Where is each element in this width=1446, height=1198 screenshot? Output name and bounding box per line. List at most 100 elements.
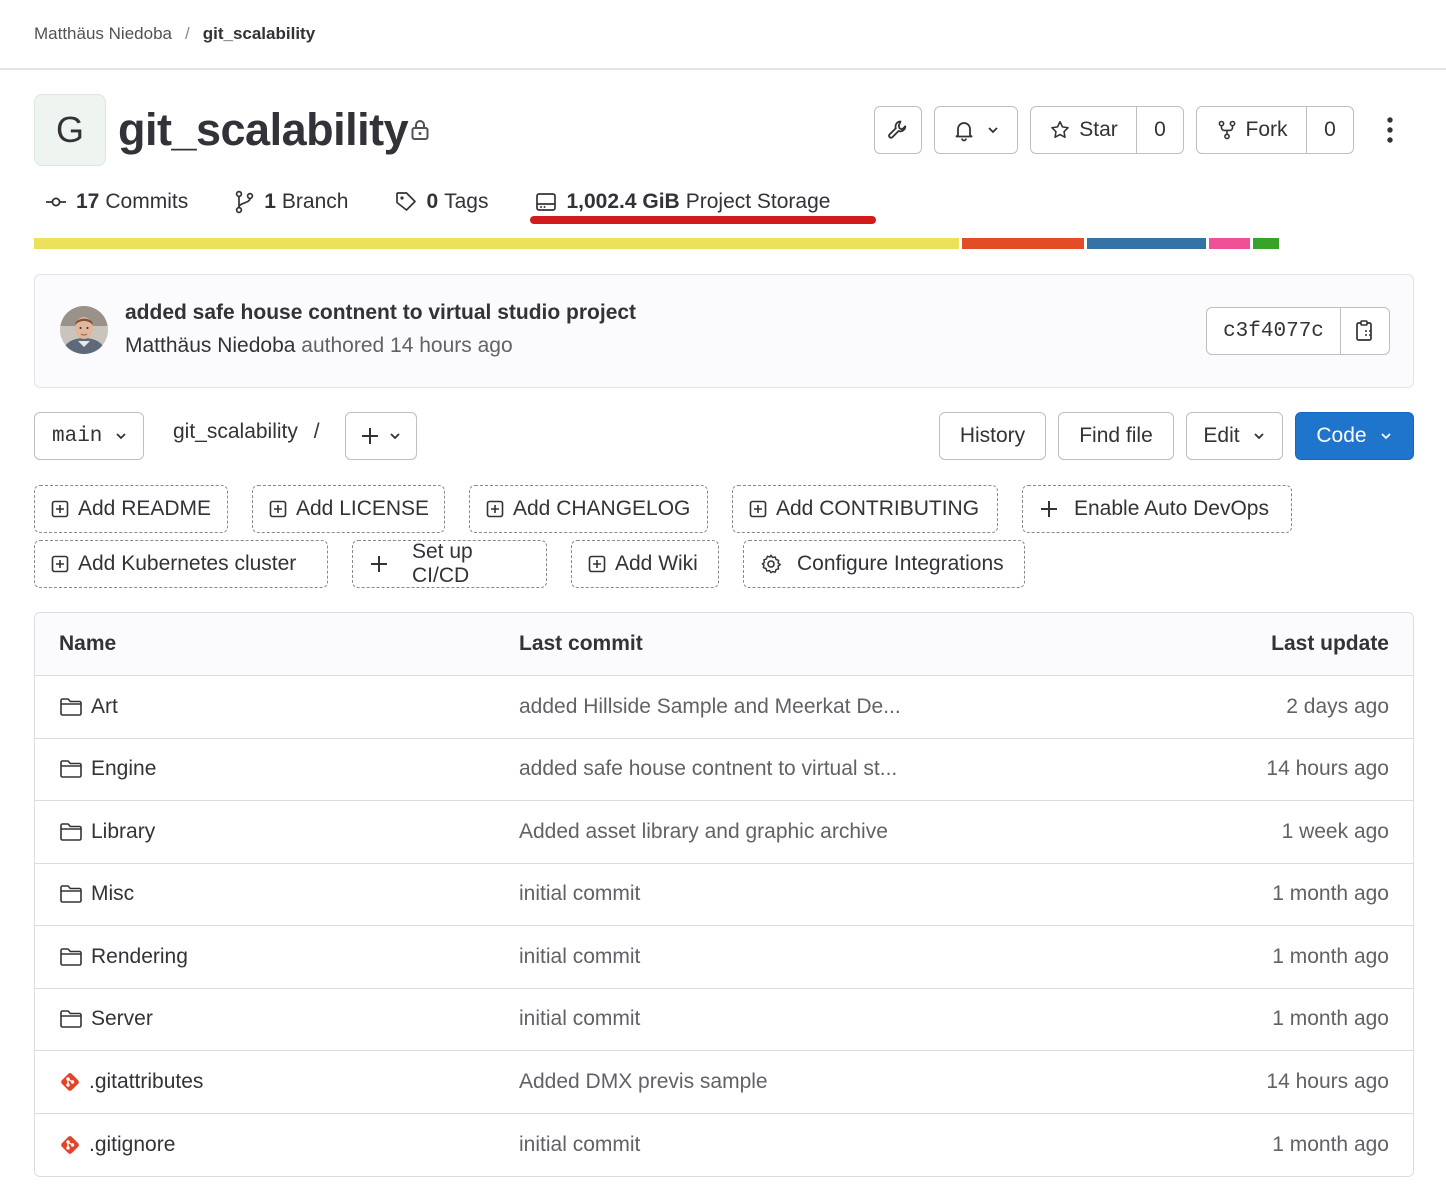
wrench-icon	[886, 118, 910, 142]
repo-path-separator: /	[313, 420, 320, 443]
file-name[interactable]: Server	[91, 1007, 153, 1031]
tag-icon	[394, 190, 426, 214]
language-segment[interactable]	[962, 238, 1084, 249]
add-kubernetes-cluster-button[interactable]: Add Kubernetes cluster	[34, 540, 328, 588]
copy-sha-button[interactable]	[1341, 308, 1389, 354]
file-name[interactable]: Misc	[91, 882, 134, 906]
lock-icon	[408, 118, 432, 142]
file-name-cell[interactable]: .gitignore	[59, 1114, 175, 1177]
file-name-cell[interactable]: Library	[59, 801, 155, 863]
star-icon	[1049, 119, 1071, 141]
last-update-cell: 1 month ago	[1272, 944, 1389, 968]
commit-icon	[44, 190, 76, 214]
table-row[interactable]: Misc initial commit 1 month ago	[35, 864, 1413, 926]
last-commit-cell[interactable]: initial commit	[519, 864, 640, 926]
add-wiki-button[interactable]: Add Wiki	[571, 540, 719, 588]
star-count[interactable]: 0	[1137, 107, 1183, 153]
file-name-cell[interactable]: .gitattributes	[59, 1051, 203, 1113]
table-row[interactable]: Art added Hillside Sample and Meerkat De.…	[35, 676, 1413, 739]
file-name[interactable]: .gitignore	[89, 1133, 175, 1157]
last-update-cell: 14 hours ago	[1266, 1069, 1389, 1093]
breadcrumb-project-link[interactable]: git_scalability	[203, 24, 315, 44]
tags-link[interactable]: 0 Tags	[394, 190, 488, 214]
kebab-icon	[1386, 116, 1394, 144]
enable-auto-devops-button[interactable]: Enable Auto DevOps	[1022, 485, 1292, 533]
more-actions-button[interactable]	[1378, 114, 1402, 146]
file-name[interactable]: Rendering	[91, 945, 188, 969]
author-avatar[interactable]	[60, 306, 108, 354]
file-name-cell[interactable]: Server	[59, 989, 153, 1051]
git-file-icon	[59, 1134, 89, 1156]
plus-square-icon	[749, 500, 776, 518]
star-button[interactable]: Star	[1031, 107, 1137, 153]
language-segment[interactable]	[34, 238, 959, 249]
table-row[interactable]: Engine added safe house contnent to virtu…	[35, 739, 1413, 801]
file-name-cell[interactable]: Art	[59, 676, 118, 738]
header-divider	[0, 68, 1446, 70]
configure-integrations-label: Configure Integrations	[797, 552, 1004, 575]
last-commit-cell[interactable]: added safe house contnent to virtual st.…	[519, 739, 897, 801]
folder-icon	[59, 821, 91, 843]
commits-link[interactable]: 17 Commits	[44, 190, 188, 214]
project-avatar: G	[34, 94, 106, 166]
clipboard-icon	[1354, 319, 1376, 343]
fork-button[interactable]: Fork	[1197, 107, 1307, 153]
column-header-last-commit: Last commit	[519, 632, 643, 655]
folder-icon	[59, 696, 91, 718]
admin-settings-button[interactable]	[874, 106, 922, 154]
edit-dropdown[interactable]: Edit	[1186, 412, 1283, 460]
last-commit-cell[interactable]: initial commit	[519, 989, 640, 1051]
breadcrumb: Matthäus Niedoba / git_scalability	[34, 22, 315, 46]
repo-path-root[interactable]: git_scalability	[173, 420, 298, 443]
add-kubernetes-cluster-label: Add Kubernetes cluster	[78, 552, 297, 575]
table-row[interactable]: Rendering initial commit 1 month ago	[35, 926, 1413, 989]
branches-link[interactable]: 1 Branch	[234, 190, 348, 214]
commit-sha[interactable]: c3f4077c	[1207, 308, 1341, 354]
last-commit-cell[interactable]: Added asset library and graphic archive	[519, 801, 888, 863]
chevron-down-icon	[1252, 429, 1266, 443]
table-row[interactable]: Server initial commit 1 month ago	[35, 989, 1413, 1051]
code-dropdown[interactable]: Code	[1295, 412, 1414, 460]
find-file-button[interactable]: Find file	[1058, 412, 1174, 460]
notifications-dropdown[interactable]	[934, 106, 1018, 154]
file-name[interactable]: Engine	[91, 757, 156, 781]
language-segment[interactable]	[1253, 238, 1279, 249]
column-header-last-update: Last update	[1271, 632, 1389, 655]
file-name[interactable]: .gitattributes	[89, 1070, 203, 1094]
repository-languages-bar[interactable]	[34, 238, 1282, 249]
branch-selector[interactable]: main	[34, 412, 144, 460]
language-segment[interactable]	[1087, 238, 1206, 249]
last-commit-cell[interactable]: initial commit	[519, 1114, 640, 1177]
breadcrumb-owner-link[interactable]: Matthäus Niedoba	[34, 24, 172, 44]
fork-count[interactable]: 0	[1307, 107, 1353, 153]
add-contributing-button[interactable]: Add CONTRIBUTING	[732, 485, 998, 533]
file-name-cell[interactable]: Engine	[59, 739, 156, 801]
file-name-cell[interactable]: Rendering	[59, 926, 188, 988]
add-to-tree-dropdown[interactable]	[345, 412, 417, 460]
table-row[interactable]: Library Added asset library and graphic a…	[35, 801, 1413, 864]
plus-icon	[369, 554, 398, 574]
file-name[interactable]: Art	[91, 695, 118, 719]
configure-integrations-button[interactable]: Configure Integrations	[743, 540, 1025, 588]
set-up-cicd-button[interactable]: Set up CI/CD	[352, 540, 547, 588]
last-commit-message[interactable]: added safe house contnent to virtual stu…	[125, 301, 636, 325]
project-avatar-letter: G	[55, 109, 84, 150]
page-title: git_scalability	[118, 104, 409, 155]
last-commit-cell[interactable]: Added DMX previs sample	[519, 1051, 768, 1113]
last-commit-author[interactable]: Matthäus Niedoba	[125, 334, 295, 357]
last-commit-cell[interactable]: initial commit	[519, 926, 640, 988]
add-readme-button[interactable]: Add README	[34, 485, 228, 533]
history-button[interactable]: History	[939, 412, 1046, 460]
table-row[interactable]: .gitignore initial commit 1 month ago	[35, 1114, 1413, 1177]
storage-label: Project Storage	[685, 190, 831, 213]
add-license-button[interactable]: Add LICENSE	[252, 485, 445, 533]
last-commit-cell[interactable]: added Hillside Sample and Meerkat De...	[519, 676, 901, 738]
file-name[interactable]: Library	[91, 820, 155, 844]
add-changelog-button[interactable]: Add CHANGELOG	[469, 485, 708, 533]
language-segment[interactable]	[1209, 238, 1250, 249]
storage-link[interactable]: 1,002.4 GiB Project Storage	[534, 190, 830, 214]
table-row[interactable]: .gitattributes Added DMX previs sample 14 …	[35, 1051, 1413, 1114]
file-name-cell[interactable]: Misc	[59, 864, 134, 926]
git-file-icon	[59, 1071, 89, 1093]
plus-square-icon	[486, 500, 513, 518]
